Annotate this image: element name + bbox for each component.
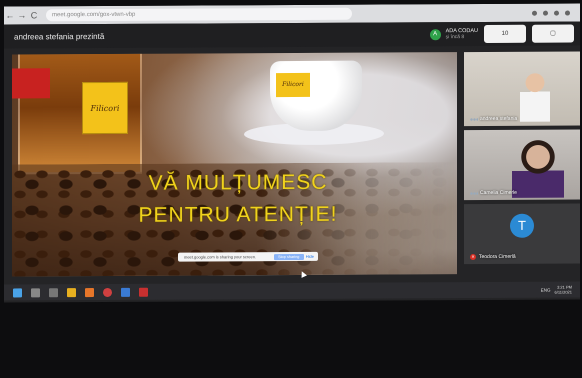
search-icon[interactable] (31, 287, 40, 297)
audio-indicator-icon (470, 192, 478, 196)
presentation-slide: Filicori Filicori VĂ MULȚUMESC PENTRU AT… (12, 52, 457, 277)
stop-sharing-button[interactable]: Stop sharing (273, 253, 304, 260)
brand-logo-text: Filicori (90, 103, 120, 113)
participant-tile-name: Teodora Cimerlă (479, 253, 516, 261)
participant-video (520, 71, 550, 122)
extension-icon[interactable] (532, 10, 537, 16)
slide-title-line-2: PENTRU ATENȚIE! (138, 202, 338, 227)
cup-logo: Filicori (276, 72, 310, 98)
screen-share-bar: meet.google.com is sharing your screen. … (178, 251, 318, 262)
task-view-icon[interactable] (49, 287, 58, 297)
participant-more: și încă 8 (445, 34, 465, 41)
hide-button[interactable]: Hide (306, 254, 314, 259)
chrome-icon[interactable] (103, 287, 112, 297)
meet-header: andreea stefania prezintă A ADA CODAU și… (4, 21, 580, 49)
extension-icon[interactable] (543, 10, 548, 16)
app-icon[interactable] (121, 287, 130, 297)
language-indicator[interactable]: ENG (541, 287, 551, 292)
mic-off-icon: ✕ (470, 254, 476, 261)
app-icon[interactable] (139, 287, 148, 297)
participants-count-button[interactable]: 10 (484, 24, 526, 43)
participant-tile[interactable]: andreea stefania (464, 51, 580, 127)
participant-tile-name: andreea stefania (480, 115, 518, 123)
participants-chip[interactable]: A ADA CODAU și încă 8 (429, 28, 478, 40)
clock[interactable]: 3:21 PM 6/11/2021 (555, 285, 573, 295)
share-message: meet.google.com is sharing your screen. (184, 254, 257, 260)
brand-logo: Filicori (82, 81, 128, 135)
participant-tile-name: Camelia Cimerle (480, 189, 517, 197)
extension-icons (532, 10, 580, 16)
presenter-label: andreea stefania prezintă (14, 31, 105, 41)
participants-text: ADA CODAU și încă 8 (446, 28, 478, 40)
windows-taskbar: ENG 3:21 PM 6/11/2021 (4, 281, 580, 301)
back-icon[interactable]: ← (4, 10, 16, 20)
forward-icon[interactable]: → (16, 10, 28, 20)
reload-icon[interactable]: C (28, 10, 40, 20)
system-tray: ENG 3:21 PM 6/11/2021 (541, 284, 580, 295)
menu-icon[interactable] (565, 10, 570, 16)
decorative-shape (12, 68, 50, 99)
clock-date: 6/11/2021 (554, 289, 573, 295)
participant-tile[interactable]: T ✕ Teodora Cimerlă (464, 203, 580, 265)
extension-icon[interactable] (554, 10, 559, 16)
slide-title-line-1: VĂ MULȚUMESC (148, 170, 328, 195)
avatar: T (510, 213, 534, 238)
file-explorer-icon[interactable] (67, 287, 76, 297)
address-bar[interactable]: meet.google.com/gox-vtwn-vbp (46, 7, 352, 22)
participant-video (512, 137, 564, 198)
avatar: A (429, 28, 441, 40)
screen: ← → C meet.google.com/gox-vtwn-vbp andre… (4, 3, 580, 303)
app-icon[interactable] (85, 287, 94, 297)
participant-tile[interactable]: Camelia Cimerle (464, 129, 580, 201)
chat-icon: ▢ (550, 30, 556, 37)
audio-indicator-icon (470, 118, 478, 122)
chat-button[interactable]: ▢ (532, 24, 574, 43)
start-icon[interactable] (13, 287, 22, 297)
